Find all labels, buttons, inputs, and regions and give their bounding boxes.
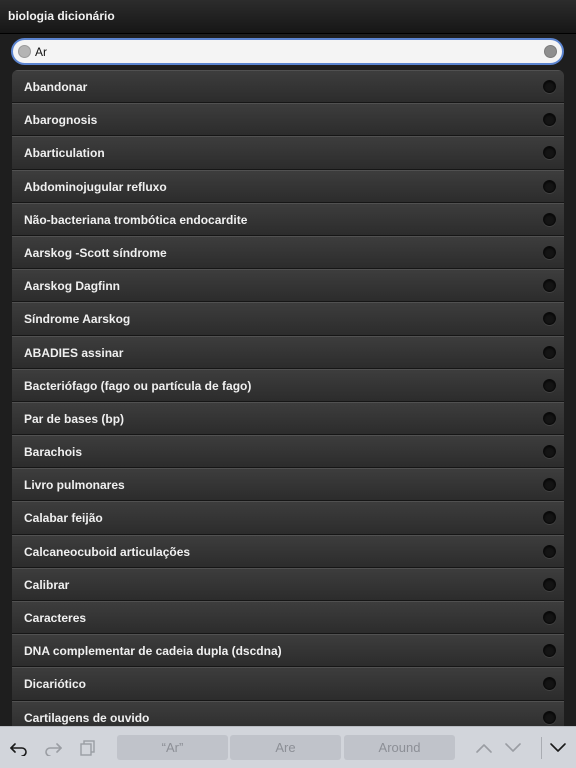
list-item[interactable]: Bacteriófago (fago ou partícula de fago) [12,368,564,402]
list-item[interactable]: Abdominojugular refluxo [12,169,564,203]
disclosure-dot-icon [543,511,556,525]
term-label: Calabar feijão [24,511,103,526]
list-item[interactable]: Caracteres [12,601,564,635]
list-item[interactable]: Cartilagens de ouvido [12,700,564,726]
paste-icon[interactable] [78,739,98,757]
term-label: Abarticulation [24,146,105,161]
list-item[interactable]: Calcaneocuboid articulações [12,534,564,568]
suggestion-quoted[interactable]: “Ar” [117,735,228,760]
app-title: biologia dicionário [8,9,115,23]
term-label: Calibrar [24,577,70,592]
chevron-down-icon[interactable] [503,739,523,757]
suggestion-around[interactable]: Around [344,735,455,760]
disclosure-dot-icon [543,113,556,127]
dismiss-keyboard-icon[interactable] [548,739,568,757]
disclosure-dot-icon [543,478,556,492]
term-label: ABADIES assinar [24,345,124,360]
term-label: Caracteres [24,611,87,625]
list-item[interactable]: Abandonar [12,70,564,104]
disclosure-dot-icon [543,677,556,691]
disclosure-dot-icon [543,445,556,459]
term-label: Dicariótico [24,677,87,692]
chevron-up-icon[interactable] [474,739,494,757]
keyboard-separator [541,737,542,759]
disclosure-dot-icon [543,378,556,392]
app-window: biologia dicionário Abandonar Abarognosis… [0,0,576,768]
disclosure-dot-icon [543,544,556,558]
list-item[interactable]: Par de bases (bp) [12,401,564,436]
disclosure-dot-icon [543,611,556,624]
list-item[interactable]: Aarskog -Scott síndrome [12,235,564,270]
disclosure-dot-icon [543,212,556,226]
list-item[interactable]: Calabar feijão [12,501,564,535]
search-field[interactable] [11,38,564,65]
disclosure-dot-icon [543,411,556,425]
redo-icon[interactable] [43,739,63,757]
disclosure-dot-icon [543,577,556,591]
disclosure-dot-icon [543,179,556,193]
title-bar: biologia dicionário [0,0,576,34]
term-label: Calcaneocuboid articulações [24,544,191,559]
search-icon [18,45,31,58]
disclosure-dot-icon [543,312,556,326]
suggestion-are[interactable]: Are [230,735,341,760]
disclosure-dot-icon [543,146,556,160]
list-item[interactable]: DNA complementar de cadeia dupla (dscdna… [12,634,564,668]
term-label: Bacteriófago (fago ou partícula de fago) [24,378,252,393]
disclosure-dot-icon [543,710,556,724]
undo-icon[interactable] [9,739,29,757]
term-label: Par de bases (bp) [24,411,125,426]
term-label: Síndrome Aarskog [24,312,131,327]
term-label: Não-bacteriana trombótica endocardite [24,212,248,227]
list-item[interactable]: Livro pulmonares [12,468,564,502]
search-bar [0,34,576,68]
term-label: Abarognosis [24,113,98,128]
disclosure-dot-icon [543,245,556,259]
list-item[interactable]: Abarognosis [12,103,564,137]
term-label: Cartilagens de ouvido [24,710,150,725]
term-label: DNA complementar de cadeia dupla (dscdna… [24,644,282,659]
list-item[interactable]: Síndrome Aarskog [12,302,564,336]
list-item[interactable]: ABADIES assinar [12,335,564,369]
term-label: Aarskog -Scott síndrome [24,245,167,260]
search-input[interactable] [35,43,515,60]
disclosure-dot-icon [543,279,556,293]
keyboard-shortcut-bar: “Ar” Are Around [0,726,576,768]
disclosure-dot-icon [543,345,556,359]
term-label: Aarskog Dagfinn [24,279,121,294]
list-item[interactable]: Calibrar [12,567,564,601]
clear-search-icon[interactable] [544,45,557,58]
term-label: Barachois [24,445,83,460]
list-item[interactable]: Barachois [12,435,564,469]
list-item[interactable]: Dicariótico [12,667,564,701]
disclosure-dot-icon [543,644,556,658]
list-item[interactable]: Não-bacteriana trombótica endocardite [12,202,564,236]
term-label: Abandonar [24,80,88,94]
term-label: Abdominojugular refluxo [24,179,167,194]
term-list: Abandonar Abarognosis Abarticulation Abdomi… [12,70,564,726]
list-item[interactable]: Aarskog Dagfinn [12,269,564,303]
term-label: Livro pulmonares [24,478,125,493]
list-item[interactable]: Abarticulation [12,136,564,170]
disclosure-dot-icon [543,80,556,93]
